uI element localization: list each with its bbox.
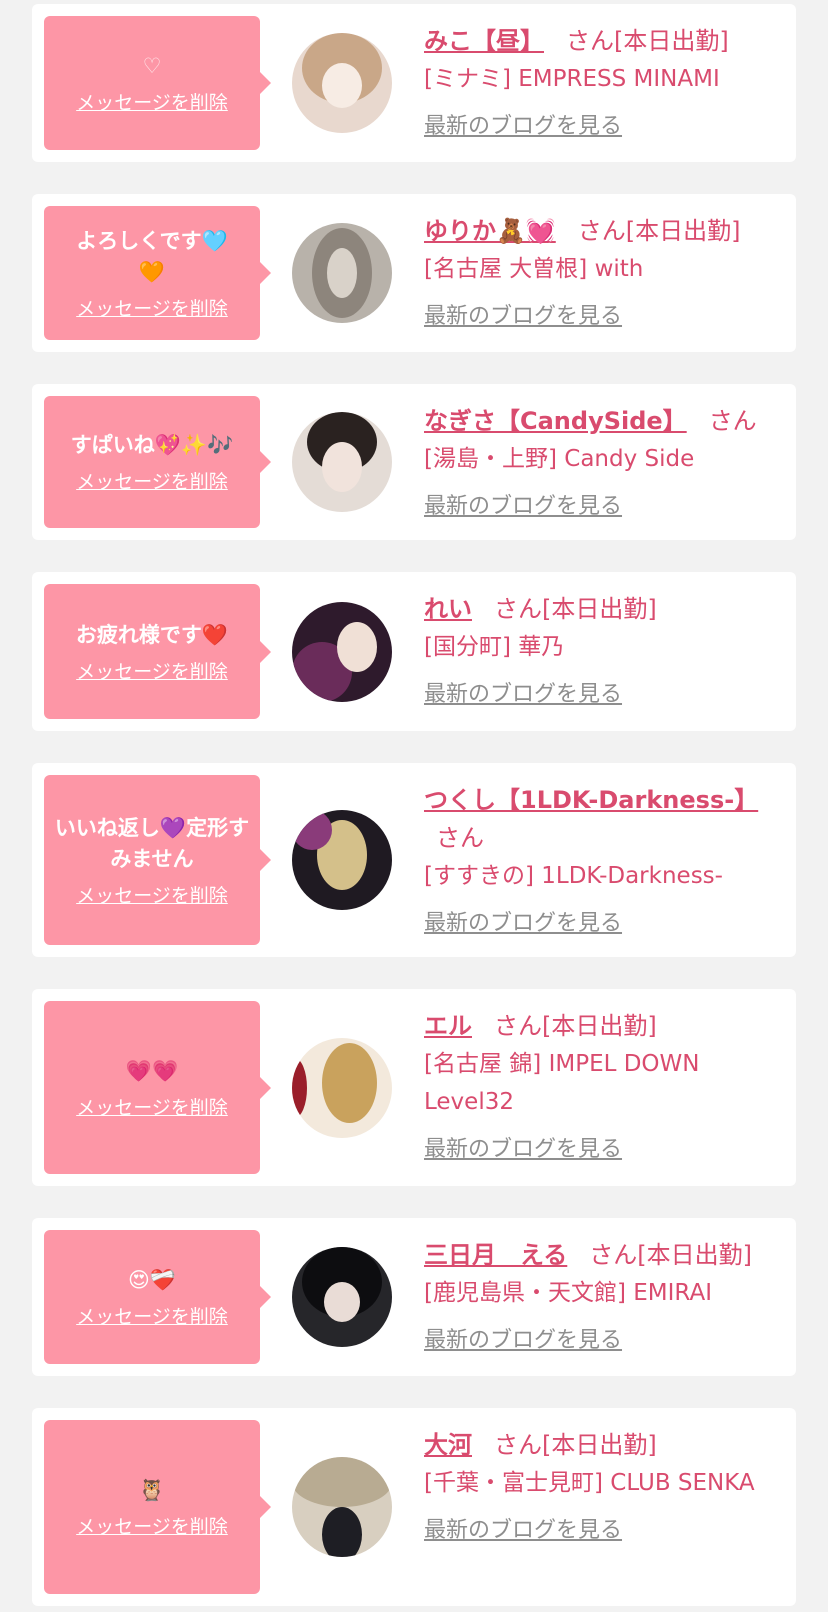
latest-blog-link[interactable]: 最新のブログを見る xyxy=(424,1131,622,1163)
cast-name-link[interactable]: ゆりか🧸💓 xyxy=(424,217,566,245)
message-text: 🦉 xyxy=(138,1478,166,1502)
honorific: さん xyxy=(494,1012,542,1040)
profile-photo-icon[interactable] xyxy=(292,810,392,910)
message-card: すぱいね💖✨🎶 メッセージを削除 なぎさ【CandySide】 さん [湯島・上野] C… xyxy=(32,384,796,540)
message-text: 😍❤️‍🩹 xyxy=(127,1268,177,1292)
name-line: れい さん[本日出勤] xyxy=(424,590,784,628)
cast-info: 三日月 える さん[本日出勤] [鹿児島県・天文館] EMIRAI 最新のブログを見る xyxy=(424,1236,784,1354)
latest-blog-link[interactable]: 最新のブログを見る xyxy=(424,298,622,330)
status-badge: [本日出勤] xyxy=(625,217,741,245)
message-card: いいね返し💜定形すみません メッセージを削除 つくし【1LDK-Darkness-】… xyxy=(32,763,796,957)
cast-name-link[interactable]: エル xyxy=(424,1012,482,1040)
honorific: さん xyxy=(436,824,484,852)
profile-photo-icon[interactable] xyxy=(292,412,392,512)
honorific: さん xyxy=(708,407,757,435)
message-text: いいね返し💜定形すみません xyxy=(54,815,250,871)
delete-message-link[interactable]: メッセージを削除 xyxy=(76,1093,228,1120)
cast-info: つくし【1LDK-Darkness-】さん [すすきの] 1LDK-Darknes… xyxy=(424,781,784,937)
shop-name: [すすきの] 1LDK-Darkness- xyxy=(424,863,723,889)
cast-name-link[interactable]: 大河 xyxy=(424,1431,482,1459)
profile-photo-icon[interactable] xyxy=(292,223,392,323)
message-text: 💗💗 xyxy=(125,1058,179,1083)
shop-name: [千葉・富士見町] CLUB SENKA xyxy=(424,1470,755,1496)
delete-message-link[interactable]: メッセージを削除 xyxy=(76,657,228,684)
name-line: なぎさ【CandySide】 さん xyxy=(424,402,784,440)
latest-blog-link[interactable]: 最新のブログを見る xyxy=(424,1512,622,1544)
cast-name-link[interactable]: 三日月 える xyxy=(424,1241,577,1269)
message-bubble: ♡ メッセージを削除 xyxy=(44,16,271,150)
message-bubble: 🦉 メッセージを削除 xyxy=(44,1420,271,1594)
message-text: よろしくです🩵🧡 xyxy=(76,228,228,284)
name-line: みこ【昼】 さん[本日出勤] xyxy=(424,22,784,60)
status-badge: [本日出勤] xyxy=(542,595,657,623)
shop-name: [国分町] 華乃 xyxy=(424,634,565,660)
message-card: 🦉 メッセージを削除 大河 さん[本日出勤] [千葉・富士見町] CLUB SENKA 最… xyxy=(32,1408,796,1606)
message-list: ♡ メッセージを削除 みこ【昼】 さん[本日出勤] [ミナミ] EMPRESS MINA… xyxy=(0,0,828,1612)
status-badge: [本日出勤] xyxy=(637,1241,753,1269)
profile-photo-icon[interactable] xyxy=(292,33,392,133)
message-text: すぱいね💖✨🎶 xyxy=(70,433,234,457)
message-card: 😍❤️‍🩹 メッセージを削除 三日月 える さん[本日出勤] [鹿児島県・天文館] EM… xyxy=(32,1218,796,1376)
honorific: さん xyxy=(589,1241,638,1269)
message-card: お疲れ様です❤️ メッセージを削除 れい さん[本日出勤] [国分町] 華乃最新のブログ… xyxy=(32,572,796,731)
message-card: 💗💗 メッセージを削除 エル さん[本日出勤] [名古屋 錦] IMPEL DOWN L… xyxy=(32,989,796,1186)
message-bubble: いいね返し💜定形すみませんメッセージを削除 xyxy=(44,775,271,945)
delete-message-link[interactable]: メッセージを削除 xyxy=(76,1302,228,1329)
delete-message-link[interactable]: メッセージを削除 xyxy=(76,294,228,321)
message-bubble: 💗💗 メッセージを削除 xyxy=(44,1001,271,1174)
name-line: エル さん[本日出勤] xyxy=(424,1007,784,1045)
latest-blog-link[interactable]: 最新のブログを見る xyxy=(424,1322,622,1354)
shop-name: [名古屋 錦] IMPEL DOWN Level32 xyxy=(424,1051,700,1115)
cast-name-link[interactable]: つくし【1LDK-Darkness-】 xyxy=(424,786,768,814)
latest-blog-link[interactable]: 最新のブログを見る xyxy=(424,488,622,520)
shop-name: [名古屋 大曽根] with xyxy=(424,256,644,282)
delete-message-link[interactable]: メッセージを削除 xyxy=(76,88,228,115)
delete-message-link[interactable]: メッセージを削除 xyxy=(76,1512,228,1539)
honorific: さん xyxy=(566,27,614,55)
status-badge: [本日出勤] xyxy=(542,1431,657,1459)
message-card: ♡ メッセージを削除 みこ【昼】 さん[本日出勤] [ミナミ] EMPRESS MINA… xyxy=(32,4,796,162)
latest-blog-link[interactable]: 最新のブログを見る xyxy=(424,676,622,708)
name-line: つくし【1LDK-Darkness-】さん xyxy=(424,781,784,857)
honorific: さん xyxy=(577,217,626,245)
name-line: ゆりか🧸💓 さん[本日出勤] xyxy=(424,212,784,250)
message-bubble: よろしくです🩵🧡 メッセージを削除 xyxy=(44,206,271,340)
name-line: 大河 さん[本日出勤] xyxy=(424,1426,784,1464)
status-badge: [本日出勤] xyxy=(542,1012,657,1040)
cast-info: みこ【昼】 さん[本日出勤] [ミナミ] EMPRESS MINAMI 最新のブログを… xyxy=(424,22,784,140)
delete-message-link[interactable]: メッセージを削除 xyxy=(76,881,228,908)
message-bubble: お疲れ様です❤️ メッセージを削除 xyxy=(44,584,271,719)
cast-info: 大河 さん[本日出勤] [千葉・富士見町] CLUB SENKA 最新のブログを見る xyxy=(424,1426,784,1544)
delete-message-link[interactable]: メッセージを削除 xyxy=(76,467,228,494)
name-line: 三日月 える さん[本日出勤] xyxy=(424,1236,784,1274)
shop-name: [鹿児島県・天文館] EMIRAI xyxy=(424,1280,712,1306)
honorific: さん xyxy=(494,1431,542,1459)
profile-photo-icon[interactable] xyxy=(292,1247,392,1347)
message-text: ♡ xyxy=(142,54,162,78)
latest-blog-link[interactable]: 最新のブログを見る xyxy=(424,905,622,937)
message-card: よろしくです🩵🧡 メッセージを削除 ゆりか🧸💓 さん[本日出勤] [名古屋 大曽根] w… xyxy=(32,194,796,352)
shop-name: [湯島・上野] Candy Side xyxy=(424,446,695,472)
profile-photo-icon[interactable] xyxy=(292,1038,392,1138)
cast-info: れい さん[本日出勤] [国分町] 華乃最新のブログを見る xyxy=(424,590,784,708)
cast-name-link[interactable]: なぎさ【CandySide】 xyxy=(424,407,697,435)
message-bubble: すぱいね💖✨🎶 メッセージを削除 xyxy=(44,396,271,528)
cast-info: ゆりか🧸💓 さん[本日出勤] [名古屋 大曽根] with 最新のブログを見る xyxy=(424,212,784,330)
cast-name-link[interactable]: れい xyxy=(424,595,482,623)
cast-name-link[interactable]: みこ【昼】 xyxy=(424,27,554,55)
cast-info: なぎさ【CandySide】 さん [湯島・上野] Candy Side 最新のブログ… xyxy=(424,402,784,520)
profile-photo-icon[interactable] xyxy=(292,1457,392,1557)
honorific: さん xyxy=(494,595,542,623)
profile-photo-icon[interactable] xyxy=(292,602,392,702)
status-badge: [本日出勤] xyxy=(614,27,729,55)
cast-info: エル さん[本日出勤] [名古屋 錦] IMPEL DOWN Level32 最新のブ… xyxy=(424,1007,784,1163)
latest-blog-link[interactable]: 最新のブログを見る xyxy=(424,108,622,140)
message-bubble: 😍❤️‍🩹 メッセージを削除 xyxy=(44,1230,271,1364)
shop-name: [ミナミ] EMPRESS MINAMI xyxy=(424,66,720,92)
message-text: お疲れ様です❤️ xyxy=(75,622,229,647)
